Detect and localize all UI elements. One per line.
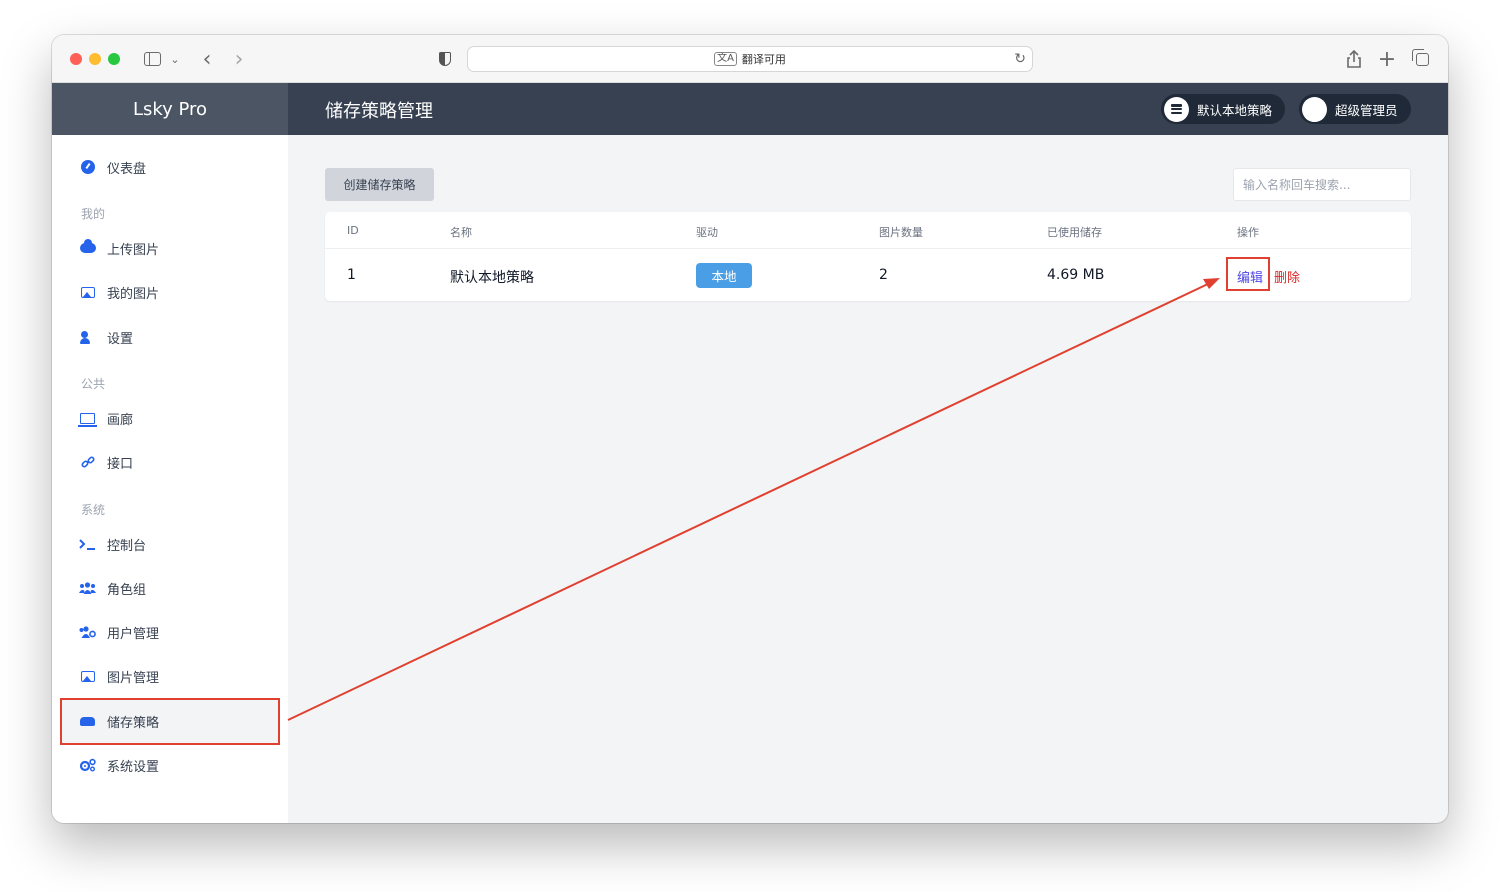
monitor-icon	[78, 411, 97, 427]
terminal-icon	[79, 537, 96, 551]
sidebar-item-dashboard[interactable]: 仪表盘	[79, 157, 146, 177]
images-icon	[79, 285, 96, 299]
app-header: 储存策略管理 默认本地策略 超级管理员	[288, 83, 1448, 135]
reload-icon[interactable]: ↻	[1014, 51, 1026, 67]
table-header: ID 名称 驱动 图片数量 已使用储存 操作	[325, 212, 1411, 249]
sidebar-item-gallery[interactable]: 画廊	[78, 408, 134, 428]
sidebar: 仪表盘 我的 上传图片 我的图片 设置 公共 画廊 接口 系统 控制台 角色组 …	[52, 135, 288, 823]
sidebar-item-my-images[interactable]: 我的图片	[79, 282, 159, 302]
search-input[interactable]	[1233, 168, 1411, 201]
sidebar-item-upload[interactable]: 上传图片	[79, 238, 159, 258]
sidebar-item-system-settings[interactable]: 系统设置	[79, 755, 159, 775]
minimize-window-button[interactable]	[89, 53, 101, 65]
sidebar-item-settings[interactable]: 设置	[79, 327, 133, 347]
strategy-label: 默认本地策略	[1197, 102, 1273, 118]
section-label-public: 公共	[81, 377, 106, 391]
strategy-selector-button[interactable]: 默认本地策略	[1161, 94, 1285, 124]
chevron-down-icon[interactable]: ⌄	[168, 47, 182, 71]
database-icon	[1164, 96, 1189, 122]
sidebar-item-label: 我的图片	[107, 286, 160, 302]
column-header: 已使用储存	[1047, 226, 1102, 239]
sidebar-item-images[interactable]: 图片管理	[79, 666, 159, 686]
share-icon[interactable]	[1344, 47, 1364, 71]
cell-image-count: 2	[879, 267, 888, 283]
create-strategy-button[interactable]: 创建储存策略	[325, 168, 434, 201]
sidebar-item-label: 画廊	[107, 412, 134, 428]
sidebar-item-label: 仪表盘	[107, 161, 147, 177]
cell-name: 默认本地策略	[450, 270, 534, 286]
browser-window: ⌄ ‹ › 文A 翻译可用 ↻ + Lsky Pro 储存策略管理 默认本地策略…	[52, 35, 1448, 823]
sidebar-item-roles[interactable]: 角色组	[79, 578, 146, 598]
column-header: 图片数量	[879, 226, 923, 239]
forward-icon[interactable]: ›	[230, 47, 248, 72]
browser-toolbar: ⌄ ‹ › 文A 翻译可用 ↻ +	[52, 35, 1448, 83]
arrow-line	[287, 282, 1211, 721]
new-tab-icon[interactable]: +	[1377, 47, 1397, 72]
shield-icon[interactable]	[436, 47, 454, 71]
user-cog-icon	[79, 330, 96, 344]
close-window-button[interactable]	[70, 53, 82, 65]
gauge-icon	[79, 160, 96, 174]
sidebar-item-label: 接口	[107, 456, 134, 472]
section-label-mine: 我的	[81, 207, 106, 221]
sidebar-item-label: 控制台	[107, 538, 147, 554]
cell-id: 1	[347, 267, 356, 283]
delete-link[interactable]: 删除	[1274, 267, 1300, 286]
user-name: 超级管理员	[1335, 102, 1398, 118]
page-title: 储存策略管理	[325, 101, 433, 122]
sidebar-item-label: 图片管理	[107, 670, 160, 686]
sidebar-item-users[interactable]: 用户管理	[79, 622, 159, 642]
column-header: ID	[347, 224, 359, 237]
sidebar-item-api[interactable]: 接口	[79, 452, 133, 472]
sidebar-toggle-icon[interactable]	[142, 47, 162, 71]
strategy-table: ID 名称 驱动 图片数量 已使用储存 操作 1 默认本地策略 本地 2 4.6…	[325, 212, 1411, 301]
link-icon	[79, 455, 96, 469]
avatar	[1302, 96, 1327, 122]
brand-logo[interactable]: Lsky Pro	[52, 83, 288, 135]
section-label-system: 系统	[81, 503, 106, 517]
hard-drive-icon	[79, 714, 96, 728]
column-header: 驱动	[696, 226, 718, 239]
driver-badge: 本地	[696, 263, 752, 288]
user-menu-button[interactable]: 超级管理员	[1299, 94, 1411, 124]
sidebar-item-label: 设置	[107, 331, 134, 347]
cell-used-storage: 4.69 MB	[1047, 267, 1105, 283]
images-icon	[79, 669, 96, 683]
address-bar[interactable]: 文A 翻译可用 ↻	[467, 46, 1033, 72]
translate-icon[interactable]: 文A	[714, 52, 737, 66]
zoom-window-button[interactable]	[108, 53, 120, 65]
back-icon[interactable]: ‹	[198, 47, 216, 72]
users-cog-icon	[79, 625, 96, 639]
cloud-upload-icon	[79, 239, 96, 255]
edit-link[interactable]: 编辑	[1237, 267, 1263, 286]
column-header: 操作	[1237, 226, 1259, 239]
sidebar-item-label: 上传图片	[107, 242, 160, 258]
column-header: 名称	[450, 226, 472, 239]
sidebar-item-console[interactable]: 控制台	[79, 534, 146, 554]
sidebar-item-label: 角色组	[107, 582, 147, 598]
sidebar-item-label: 储存策略	[107, 715, 160, 731]
cogs-icon	[79, 758, 96, 772]
users-icon	[79, 581, 96, 595]
sidebar-item-strategies[interactable]: 储存策略	[60, 698, 280, 744]
address-text: 翻译可用	[741, 53, 786, 66]
tab-overview-icon[interactable]	[1411, 47, 1432, 71]
sidebar-item-label: 用户管理	[107, 626, 160, 642]
sidebar-item-label: 系统设置	[107, 759, 160, 775]
